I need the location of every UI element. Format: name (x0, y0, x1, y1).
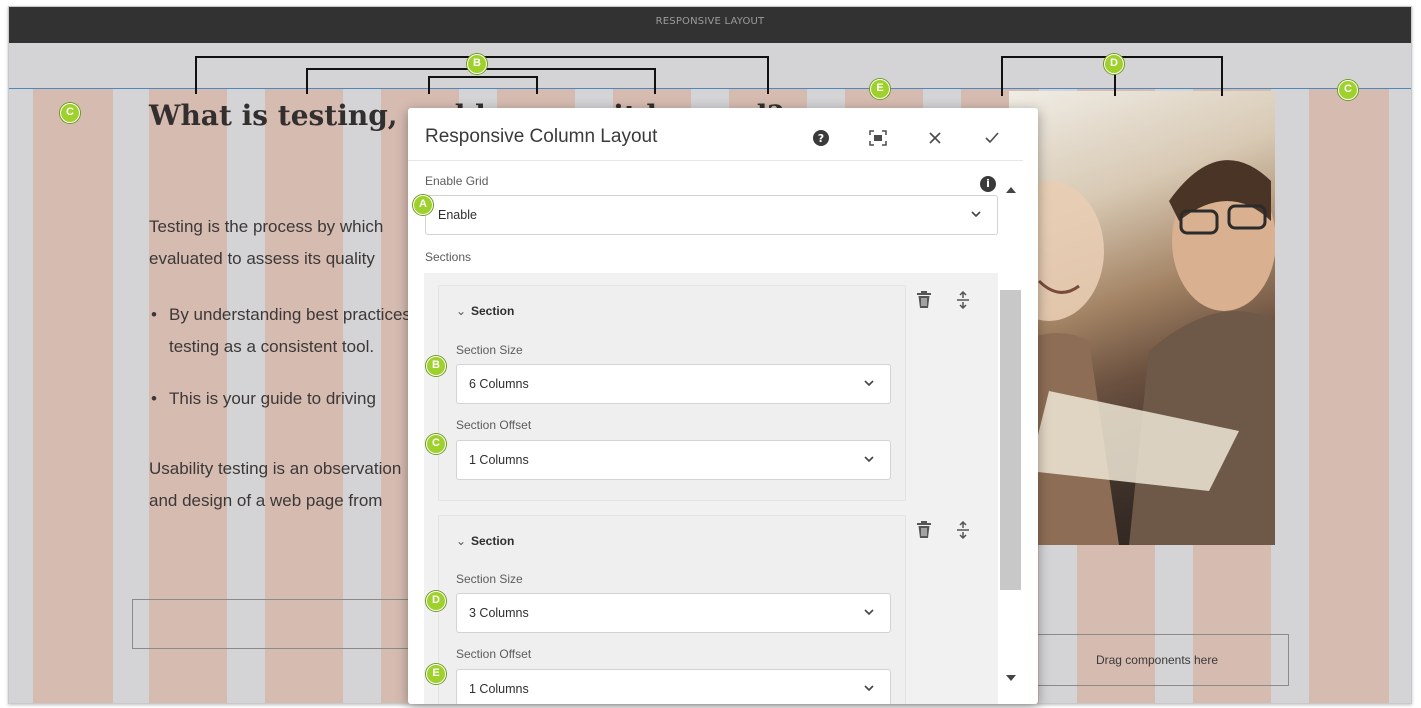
dialog-body: Enable Grid Enable Sections ⌄ Section Sec… (408, 161, 998, 704)
info-icon[interactable]: i (980, 176, 996, 192)
section-offset-value: 1 Columns (469, 453, 529, 467)
section-card-1: ⌄ Section Section Size 6 Columns Section … (438, 285, 906, 501)
fullscreen-icon (868, 130, 887, 146)
chevron-down-icon: ⌄ (456, 304, 467, 318)
callout-c-dialog: C (426, 434, 446, 454)
delete-section-button-1[interactable] (916, 291, 934, 309)
section-header-1[interactable]: ⌄ Section (456, 304, 514, 318)
section-title: Section (471, 304, 515, 318)
section-size-label: Section Size (456, 572, 523, 586)
callout-b-top: B (467, 54, 487, 74)
people-photo[interactable] (1009, 91, 1275, 545)
callout-b-dialog: B (426, 356, 446, 376)
section-size-value: 3 Columns (469, 606, 529, 620)
drag-handle-icon (957, 520, 969, 540)
section-offset-select-1[interactable]: 1 Columns (456, 440, 891, 480)
callout-a: A (413, 195, 433, 215)
enable-grid-label: Enable Grid (425, 174, 489, 188)
top-bar-title: RESPONSIVE LAYOUT (655, 16, 765, 27)
callout-e-dialog: E (426, 664, 446, 684)
scroll-up-arrow-icon[interactable] (1006, 187, 1016, 193)
sections-list: ⌄ Section Section Size 6 Columns Section … (424, 273, 998, 704)
help-icon: ? (812, 130, 829, 146)
section-header-2[interactable]: ⌄ Section (456, 534, 514, 548)
close-button[interactable] (906, 124, 963, 152)
trash-icon (917, 291, 931, 308)
delete-section-button-2[interactable] (916, 521, 934, 539)
done-button[interactable] (963, 124, 1020, 152)
dialog-actions: ? (792, 124, 1020, 152)
section-title: Section (471, 534, 515, 548)
scrollbar-thumb[interactable] (1000, 290, 1021, 590)
section-size-value: 6 Columns (469, 377, 529, 391)
enable-grid-value: Enable (438, 208, 477, 222)
chevron-down-icon (864, 609, 874, 616)
chevron-down-icon (864, 685, 874, 692)
callout-d-dialog: D (426, 591, 446, 611)
section-offset-label: Section Offset (456, 647, 532, 661)
editor-top-bar: RESPONSIVE LAYOUT (9, 7, 1411, 43)
section-offset-value: 1 Columns (469, 682, 529, 696)
fullscreen-button[interactable] (849, 124, 906, 152)
chevron-down-icon (864, 456, 874, 463)
check-icon (984, 132, 999, 144)
chevron-down-icon (864, 380, 874, 387)
enable-grid-select[interactable]: Enable (425, 195, 998, 235)
section-card-2: ⌄ Section Section Size 3 Columns Section … (438, 515, 906, 704)
sections-label: Sections (425, 250, 472, 264)
close-icon (928, 132, 941, 144)
scroll-down-arrow-icon[interactable] (1006, 675, 1016, 681)
dialog-scrollbar[interactable] (1000, 176, 1022, 698)
drop-zone-left[interactable] (132, 599, 432, 649)
section-size-label: Section Size (456, 343, 523, 357)
section-offset-select-2[interactable]: 1 Columns (456, 669, 891, 704)
drag-handle-icon (957, 290, 969, 310)
photo-illustration (1009, 160, 1275, 545)
chevron-down-icon (971, 211, 981, 218)
svg-text:?: ? (817, 132, 823, 145)
chevron-down-icon: ⌄ (456, 534, 467, 548)
section-size-select-2[interactable]: 3 Columns (456, 593, 891, 633)
section-offset-label: Section Offset (456, 418, 532, 432)
move-section-handle-2[interactable] (956, 520, 974, 540)
trash-icon (917, 521, 931, 538)
callout-c-left: C (60, 103, 80, 123)
drop-zone-right[interactable]: Drag components here (1025, 634, 1289, 686)
callout-d-top: D (1104, 54, 1124, 74)
bracket-b-inner (428, 76, 538, 94)
callout-e-top: E (870, 79, 890, 99)
dialog-title: Responsive Column Layout (425, 126, 658, 147)
move-section-handle-1[interactable] (956, 290, 974, 310)
callout-c-right: C (1338, 80, 1358, 100)
responsive-column-layout-dialog: Responsive Column Layout ? Enable Grid E… (408, 108, 1038, 704)
help-button[interactable]: ? (792, 124, 849, 152)
drop-zone-label: Drag components here (1095, 653, 1219, 667)
section-size-select-1[interactable]: 6 Columns (456, 364, 891, 404)
